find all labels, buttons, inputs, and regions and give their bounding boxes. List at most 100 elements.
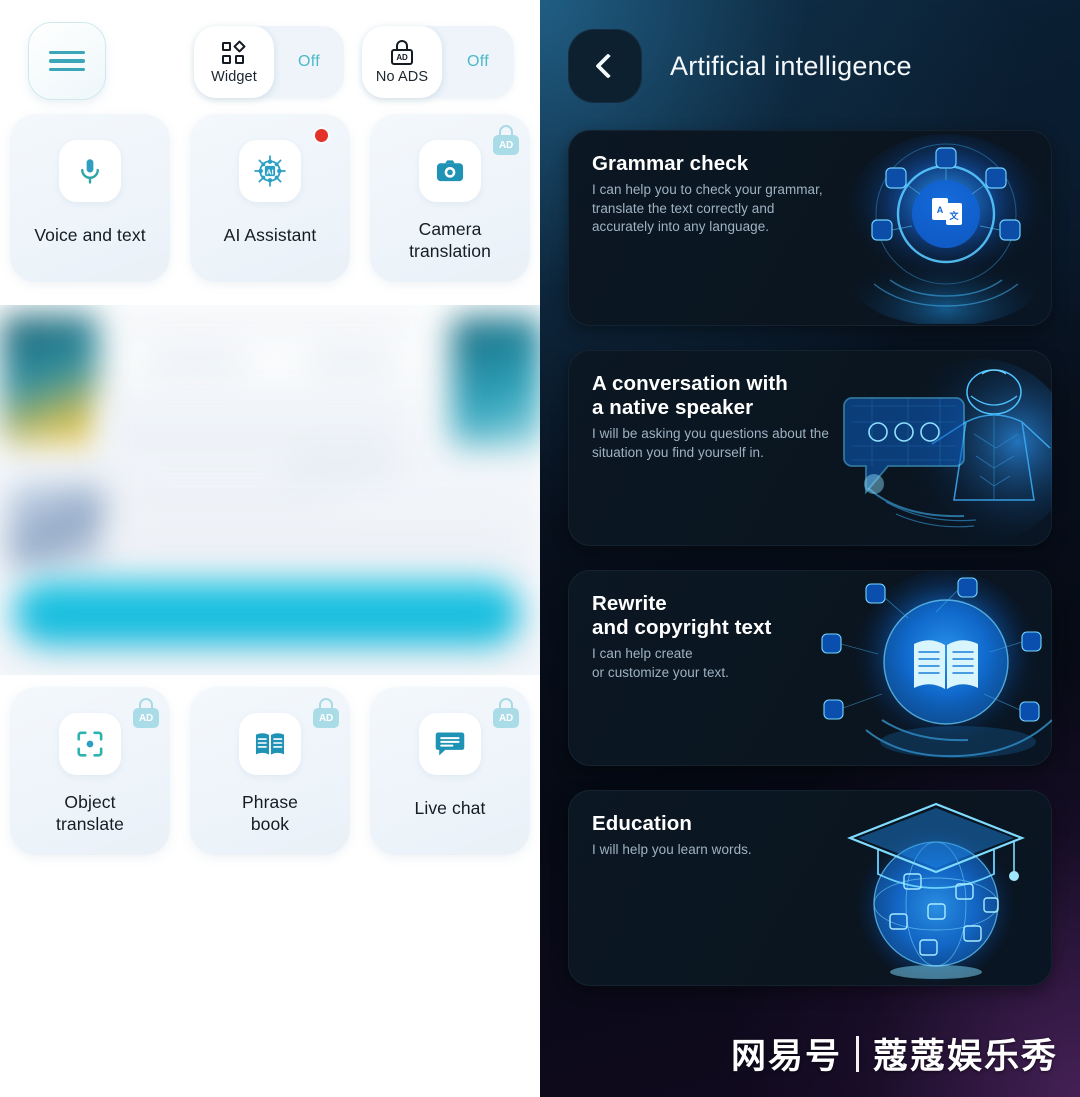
ai-card-title: Rewrite and copyright text: [592, 592, 868, 640]
feature-card-label-line2: translation: [409, 241, 491, 261]
widget-icon: [222, 39, 246, 66]
desc-line-3: accurately into any language.: [592, 219, 770, 234]
promo-banner-blurred[interactable]: [0, 305, 540, 675]
ad-badge-text: AD: [133, 708, 159, 728]
desc-line-2: situation you find yourself in.: [592, 444, 764, 460]
no-ads-toggle-label: No ADS: [375, 68, 429, 85]
promo-text-line: [120, 527, 520, 553]
promo-text-line: [312, 357, 390, 369]
ai-card-title-line1: Rewrite: [592, 592, 667, 615]
ai-card-education[interactable]: Education I will help you learn words.: [568, 790, 1052, 986]
feature-grid-row-1: Voice and text AI AI Assistant AD Camera…: [0, 114, 540, 282]
promo-text-line: [130, 495, 330, 505]
feature-card-phrase-book[interactable]: AD Phrase book: [190, 687, 350, 855]
watermark-divider: [855, 1035, 859, 1072]
feature-grid-row-2: AD Object translate AD Phrase book AD Li…: [0, 687, 540, 855]
hamburger-icon: [49, 46, 85, 77]
ad-badge-text: AD: [313, 708, 339, 728]
watermark-brand: 网易号: [730, 1037, 842, 1077]
object-scan-icon: [59, 713, 121, 775]
feature-card-ai-assistant[interactable]: AI AI Assistant: [190, 114, 350, 282]
app-screenshot: Widget Off AD No ADS Off Voice and text …: [0, 0, 1080, 1097]
svg-text:文: 文: [948, 210, 959, 221]
ai-card-title: A conversation with a native speaker: [592, 372, 868, 420]
back-button[interactable]: [568, 29, 642, 103]
ad-lock-badge-icon: AD: [493, 698, 519, 728]
ai-card-conversation-native-speaker[interactable]: A conversation with a native speaker I w…: [568, 350, 1052, 546]
watermark: 网易号 蔻蔻娱乐秀: [731, 1028, 1058, 1079]
widget-toggle[interactable]: Widget Off: [194, 26, 344, 98]
feature-card-label-line2: translate: [55, 814, 125, 834]
ai-card-text: Education I will help you learn words.: [568, 790, 868, 860]
promo-text-line: [290, 461, 390, 473]
feature-card-label: Camera translation: [409, 218, 491, 262]
ai-screen-header: Artificial intelligence: [540, 24, 1080, 108]
ai-card-title-line2: and copyright text: [592, 616, 772, 639]
ad-badge-text: AD: [493, 708, 519, 728]
widget-toggle-knob[interactable]: Widget: [194, 26, 274, 98]
ai-card-text: Grammar check I can help you to check yo…: [568, 130, 868, 237]
top-toolbar: Widget Off AD No ADS Off: [0, 8, 540, 104]
chat-bubble-icon: [419, 713, 481, 775]
promo-cta-button[interactable]: [14, 581, 520, 645]
ai-card-title: Grammar check: [592, 152, 749, 175]
desc-line-2: or customize your text.: [592, 664, 729, 680]
svg-text:A: A: [937, 205, 944, 215]
widget-toggle-state: Off: [298, 53, 320, 70]
desc-line-1: I can help create: [592, 646, 693, 661]
svg-text:AI: AI: [266, 167, 273, 176]
feature-card-camera-translation[interactable]: AD Camera translation: [370, 114, 530, 282]
ai-card-text: Rewrite and copyright text I can help cr…: [568, 570, 868, 682]
feature-card-label-line1: Object: [64, 792, 116, 812]
feature-card-label-line1: Phrase: [241, 792, 299, 812]
book-icon: [239, 713, 301, 775]
ai-card-description: I will help you learn words.: [592, 842, 752, 857]
ai-card-title-line1: A conversation with: [592, 372, 788, 395]
right-panel-ai-screen: Artificial intelligence A 文 Grammar chec…: [540, 0, 1080, 1097]
feature-card-label-line1: Camera: [418, 219, 482, 239]
desc-line-1: I will be asking you questions about the: [592, 426, 829, 441]
ai-card-description: I can help you to check your grammar, tr…: [592, 181, 868, 237]
ad-lock-text: AD: [391, 49, 413, 65]
ad-badge-text: AD: [493, 135, 519, 155]
ai-card-grammar-check[interactable]: A 文 Grammar check I can help you to chec…: [568, 130, 1052, 326]
ai-chip-icon: AI: [239, 140, 301, 202]
feature-card-live-chat[interactable]: AD Live chat: [370, 687, 530, 855]
ai-card-title: Education: [592, 812, 692, 835]
no-ads-toggle-knob[interactable]: AD No ADS: [362, 26, 442, 98]
ai-card-text: A conversation with a native speaker I w…: [568, 350, 868, 462]
chevron-left-icon: [595, 53, 621, 79]
ai-feature-card-list: A 文 Grammar check I can help you to chec…: [540, 130, 1080, 1010]
feature-card-label: AI Assistant: [223, 225, 317, 245]
ai-card-title-line2: a native speaker: [592, 396, 754, 419]
feature-card-label: Phrase book: [242, 791, 298, 835]
ai-card-description: I can help create or customize your text…: [592, 645, 868, 682]
ad-lock-badge-icon: AD: [493, 125, 519, 155]
widget-toggle-label: Widget: [211, 68, 257, 85]
ad-lock-badge-icon: AD: [313, 698, 339, 728]
promo-image-left: [2, 315, 98, 443]
ad-lock-icon: AD: [391, 40, 413, 66]
feature-card-label: Voice and text: [34, 225, 146, 245]
watermark-channel: 蔻蔻娱乐秀: [872, 1037, 1058, 1077]
promo-text-line: [116, 317, 416, 327]
feature-card-label: Object translate: [56, 791, 124, 835]
feature-card-label: Live chat: [414, 798, 486, 818]
microphone-icon: [59, 140, 121, 202]
no-ads-toggle[interactable]: AD No ADS Off: [362, 26, 514, 98]
left-panel-home-screen: Widget Off AD No ADS Off Voice and text …: [0, 0, 540, 1097]
ai-card-rewrite-copyright-text[interactable]: Rewrite and copyright text I can help cr…: [568, 570, 1052, 766]
page-title: Artificial intelligence: [670, 50, 912, 81]
feature-card-object-translate[interactable]: AD Object translate: [10, 687, 170, 855]
ai-card-description: I will be asking you questions about the…: [592, 425, 868, 462]
feature-card-label-line2: book: [250, 814, 290, 834]
camera-icon: [419, 140, 481, 202]
menu-button[interactable]: [28, 22, 106, 100]
notification-dot-icon: [315, 129, 328, 142]
desc-line-1: I can help you to check your grammar,: [592, 182, 823, 197]
desc-line-2: translate the text correctly and: [592, 200, 775, 216]
promo-text-line: [150, 357, 242, 369]
ad-lock-badge-icon: AD: [133, 698, 159, 728]
promo-avatar: [8, 485, 104, 567]
feature-card-voice-and-text[interactable]: Voice and text: [10, 114, 170, 282]
